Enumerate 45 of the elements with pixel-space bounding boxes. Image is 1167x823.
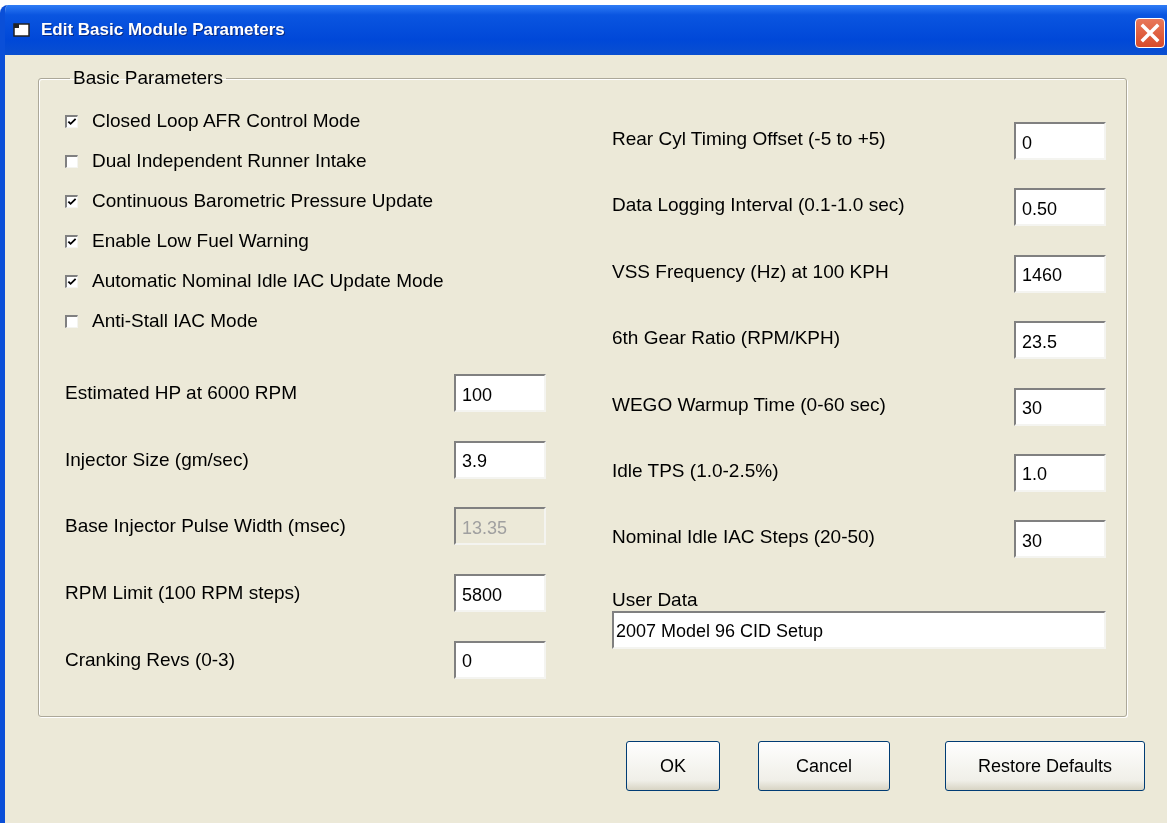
input-field[interactable]: 0.50: [1014, 188, 1106, 227]
input-field[interactable]: 0: [1014, 122, 1106, 160]
input-field[interactable]: 0: [454, 640, 546, 679]
field-label: Nominal Idle IAC Steps (20-50): [612, 526, 875, 549]
input-field[interactable]: 3.9: [454, 440, 546, 479]
checkbox[interactable]: [65, 234, 78, 248]
field-label: Estimated HP at 6000 RPM: [65, 382, 297, 405]
input-field[interactable]: 30: [1014, 387, 1106, 426]
field-label: Data Logging Interval (0.1-1.0 sec): [612, 194, 905, 217]
input-field[interactable]: 5800: [454, 574, 546, 613]
checkbox-label: Enable Low Fuel Warning: [92, 230, 309, 252]
field-label: Rear Cyl Timing Offset (-5 to +5): [612, 128, 886, 150]
field-label: VSS Frequency (Hz) at 100 KPH: [612, 260, 889, 283]
input-field[interactable]: 100: [454, 374, 546, 413]
field-label: Cranking Revs (0-3): [65, 648, 235, 671]
dialog-button[interactable]: OK: [626, 741, 720, 791]
field-label: Base Injector Pulse Width (msec): [65, 515, 346, 538]
field-label: RPM Limit (100 RPM steps): [65, 582, 301, 605]
close-icon: [1139, 22, 1161, 44]
field-label: Injector Size (gm/sec): [65, 448, 249, 471]
checkbox[interactable]: [65, 194, 78, 208]
checkbox-label: Dual Independent Runner Intake: [92, 150, 367, 172]
checkbox-label: Continuous Barometric Pressure Update: [92, 190, 434, 212]
field-label: User Data: [612, 588, 699, 611]
checkbox[interactable]: [65, 274, 78, 288]
input-field[interactable]: 23.5: [1014, 321, 1106, 360]
checkbox-label: Closed Loop AFR Control Mode: [92, 110, 361, 132]
close-button[interactable]: [1135, 18, 1165, 48]
input-field[interactable]: 30: [1014, 520, 1106, 559]
window-icon: [13, 22, 31, 38]
field-label: Idle TPS (1.0-2.5%): [612, 459, 779, 482]
checkbox[interactable]: [65, 154, 78, 168]
field-label: 6th Gear Ratio (RPM/KPH): [612, 327, 841, 350]
checkbox-label: Anti-Stall IAC Mode: [92, 310, 258, 332]
group-title: Basic Parameters: [72, 67, 224, 89]
input-field[interactable]: 2007 Model 96 CID Setup: [612, 610, 1106, 649]
field-label: WEGO Warmup Time (0-60 sec): [612, 393, 886, 416]
dialog-button[interactable]: Restore Defaults: [945, 741, 1145, 791]
checkbox-label: Automatic Nominal Idle IAC Update Mode: [92, 270, 444, 292]
checkbox[interactable]: [65, 314, 78, 328]
window-title: Edit Basic Module Parameters: [41, 20, 285, 40]
dialog-button[interactable]: Cancel: [758, 741, 890, 791]
checkbox[interactable]: [65, 114, 78, 128]
input-field[interactable]: 1460: [1014, 254, 1106, 293]
input-field[interactable]: 1.0: [1014, 453, 1106, 492]
